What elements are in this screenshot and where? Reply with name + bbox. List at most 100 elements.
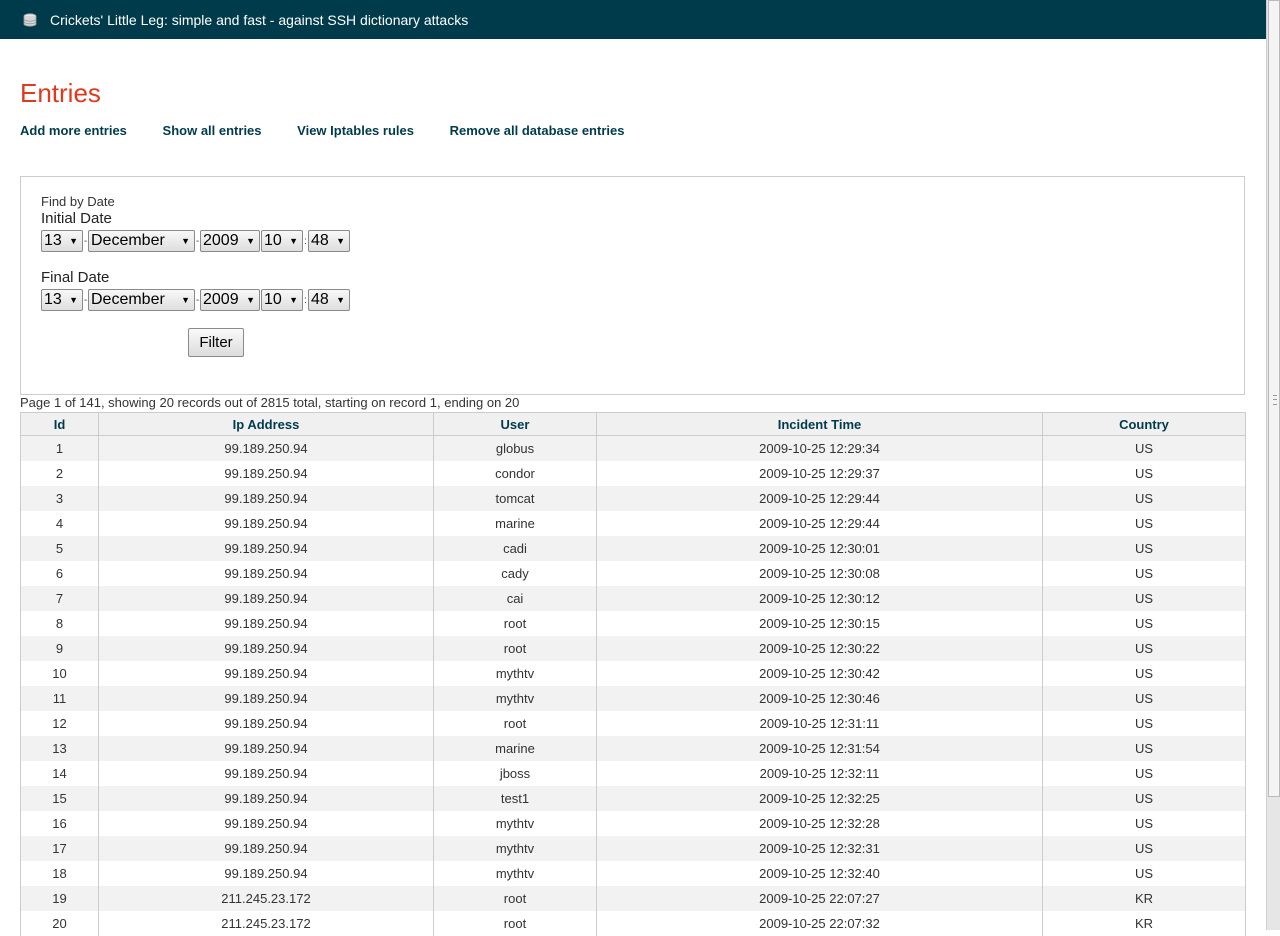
initial-year-select[interactable]: 2009 ▼ <box>200 230 260 252</box>
cell-country: KR <box>1042 911 1246 936</box>
cell-user: globus <box>433 435 597 461</box>
cell-ip-address: 99.189.250.94 <box>98 511 434 536</box>
cell-incident-time: 2009-10-25 12:32:40 <box>596 861 1043 886</box>
cell-ip-address: 99.189.250.94 <box>98 786 434 811</box>
cell-user: marine <box>433 511 597 536</box>
cell-user: root <box>433 611 597 636</box>
cell-ip-address: 99.189.250.94 <box>98 461 434 486</box>
cell-id: 20 <box>20 911 99 936</box>
cell-incident-time: 2009-10-25 12:29:34 <box>596 435 1043 461</box>
column-header-incident-time[interactable]: Incident Time <box>596 412 1043 436</box>
table-row: 2 99.189.250.94 condor 2009-10-25 12:29:37 U… <box>20 461 1246 486</box>
cell-country: US <box>1042 486 1246 511</box>
column-header-ip-address[interactable]: Ip Address <box>98 412 434 436</box>
cell-id: 2 <box>20 461 99 486</box>
initial-hour-select[interactable]: 10 ▼ <box>261 230 303 252</box>
cell-country: US <box>1042 811 1246 836</box>
nav-links: Add more entries Show all entries View I… <box>20 123 656 138</box>
cell-id: 3 <box>20 486 99 511</box>
cell-id: 10 <box>20 661 99 686</box>
cell-incident-time: 2009-10-25 12:32:25 <box>596 786 1043 811</box>
cell-user: marine <box>433 736 597 761</box>
cell-user: cadi <box>433 536 597 561</box>
cell-incident-time: 2009-10-25 12:31:11 <box>596 711 1043 736</box>
cell-incident-time: 2009-10-25 12:30:15 <box>596 611 1043 636</box>
final-date-label: Final Date <box>41 269 110 286</box>
final-hour-select[interactable]: 10 ▼ <box>261 289 303 311</box>
add-entries-link[interactable]: Add more entries <box>20 123 127 138</box>
cell-id: 6 <box>20 561 99 586</box>
view-iptables-link[interactable]: View Iptables rules <box>297 123 414 138</box>
initial-day-select[interactable]: 13 ▼ <box>41 230 83 252</box>
cell-user: mythtv <box>433 661 597 686</box>
table-row: 18 99.189.250.94 mythtv 2009-10-25 12:32:40… <box>20 861 1246 886</box>
cell-country: US <box>1042 836 1246 861</box>
cell-incident-time: 2009-10-25 12:32:11 <box>596 761 1043 786</box>
cell-incident-time: 2009-10-25 12:29:44 <box>596 486 1043 511</box>
cell-ip-address: 211.245.23.172 <box>98 911 434 936</box>
cell-country: US <box>1042 435 1246 461</box>
initial-date-row: 13 ▼ - December ▼ - 2009 ▼ 10 ▼ : 48 ▼ <box>41 230 350 252</box>
cell-ip-address: 99.189.250.94 <box>98 761 434 786</box>
chevron-down-icon: ▼ <box>69 236 78 246</box>
cell-ip-address: 99.189.250.94 <box>98 736 434 761</box>
cell-user: mythtv <box>433 836 597 861</box>
cell-country: US <box>1042 611 1246 636</box>
column-header-user[interactable]: User <box>433 412 597 436</box>
remove-all-entries-link[interactable]: Remove all database entries <box>450 123 625 138</box>
cell-country: US <box>1042 586 1246 611</box>
initial-minute-select[interactable]: 48 ▼ <box>308 230 350 252</box>
cell-id: 16 <box>20 811 99 836</box>
filter-button[interactable]: Filter <box>188 328 244 357</box>
cell-id: 8 <box>20 611 99 636</box>
cell-id: 12 <box>20 711 99 736</box>
cell-ip-address: 99.189.250.94 <box>98 536 434 561</box>
cell-country: KR <box>1042 886 1246 911</box>
column-header-id[interactable]: Id <box>20 412 99 436</box>
final-date-row: 13 ▼ - December ▼ - 2009 ▼ 10 ▼ : 48 ▼ <box>41 289 350 311</box>
table-row: 1 99.189.250.94 globus 2009-10-25 12:29:34 U… <box>20 435 1246 461</box>
cell-user: mythtv <box>433 861 597 886</box>
table-row: 20 211.245.23.172 root 2009-10-25 22:07:32 K… <box>20 911 1246 936</box>
cell-country: US <box>1042 736 1246 761</box>
cell-country: US <box>1042 536 1246 561</box>
table-row: 9 99.189.250.94 root 2009-10-25 12:30:22 US <box>20 636 1246 661</box>
show-all-entries-link[interactable]: Show all entries <box>163 123 262 138</box>
table-row: 10 99.189.250.94 mythtv 2009-10-25 12:30:42… <box>20 661 1246 686</box>
cell-incident-time: 2009-10-25 12:30:12 <box>596 586 1043 611</box>
cell-incident-time: 2009-10-25 12:30:08 <box>596 561 1043 586</box>
cell-id: 4 <box>20 511 99 536</box>
cell-id: 9 <box>20 636 99 661</box>
column-header-country[interactable]: Country <box>1042 412 1246 436</box>
table-row: 7 99.189.250.94 cai 2009-10-25 12:30:12 US <box>20 586 1246 611</box>
vertical-scrollbar[interactable] <box>1266 0 1280 930</box>
cell-user: cady <box>433 561 597 586</box>
final-month-select[interactable]: December ▼ <box>88 289 195 311</box>
cell-id: 17 <box>20 836 99 861</box>
initial-month-select[interactable]: December ▼ <box>88 230 195 252</box>
chevron-down-icon: ▼ <box>336 295 345 305</box>
table-row: 14 99.189.250.94 jboss 2009-10-25 12:32:11 U… <box>20 761 1246 786</box>
cell-country: US <box>1042 461 1246 486</box>
scrollbar-thumb[interactable] <box>1268 0 1280 797</box>
table-row: 3 99.189.250.94 tomcat 2009-10-25 12:29:44 U… <box>20 486 1246 511</box>
table-row: 19 211.245.23.172 root 2009-10-25 22:07:27 K… <box>20 886 1246 911</box>
cell-incident-time: 2009-10-25 12:30:42 <box>596 661 1043 686</box>
title-bar: Crickets' Little Leg: simple and fast - … <box>0 0 1266 39</box>
table-row: 8 99.189.250.94 root 2009-10-25 12:30:15 US <box>20 611 1246 636</box>
cell-country: US <box>1042 711 1246 736</box>
final-minute-select[interactable]: 48 ▼ <box>308 289 350 311</box>
table-row: 15 99.189.250.94 test1 2009-10-25 12:32:25 U… <box>20 786 1246 811</box>
chevron-down-icon: ▼ <box>289 295 298 305</box>
cell-user: tomcat <box>433 486 597 511</box>
initial-date-label: Initial Date <box>41 210 112 227</box>
chevron-down-icon: ▼ <box>336 236 345 246</box>
cell-country: US <box>1042 511 1246 536</box>
cell-id: 1 <box>20 435 99 461</box>
cell-ip-address: 99.189.250.94 <box>98 686 434 711</box>
final-day-select[interactable]: 13 ▼ <box>41 289 83 311</box>
final-year-select[interactable]: 2009 ▼ <box>200 289 260 311</box>
cell-user: root <box>433 886 597 911</box>
cell-country: US <box>1042 786 1246 811</box>
window-title: Crickets' Little Leg: simple and fast - … <box>50 11 469 28</box>
